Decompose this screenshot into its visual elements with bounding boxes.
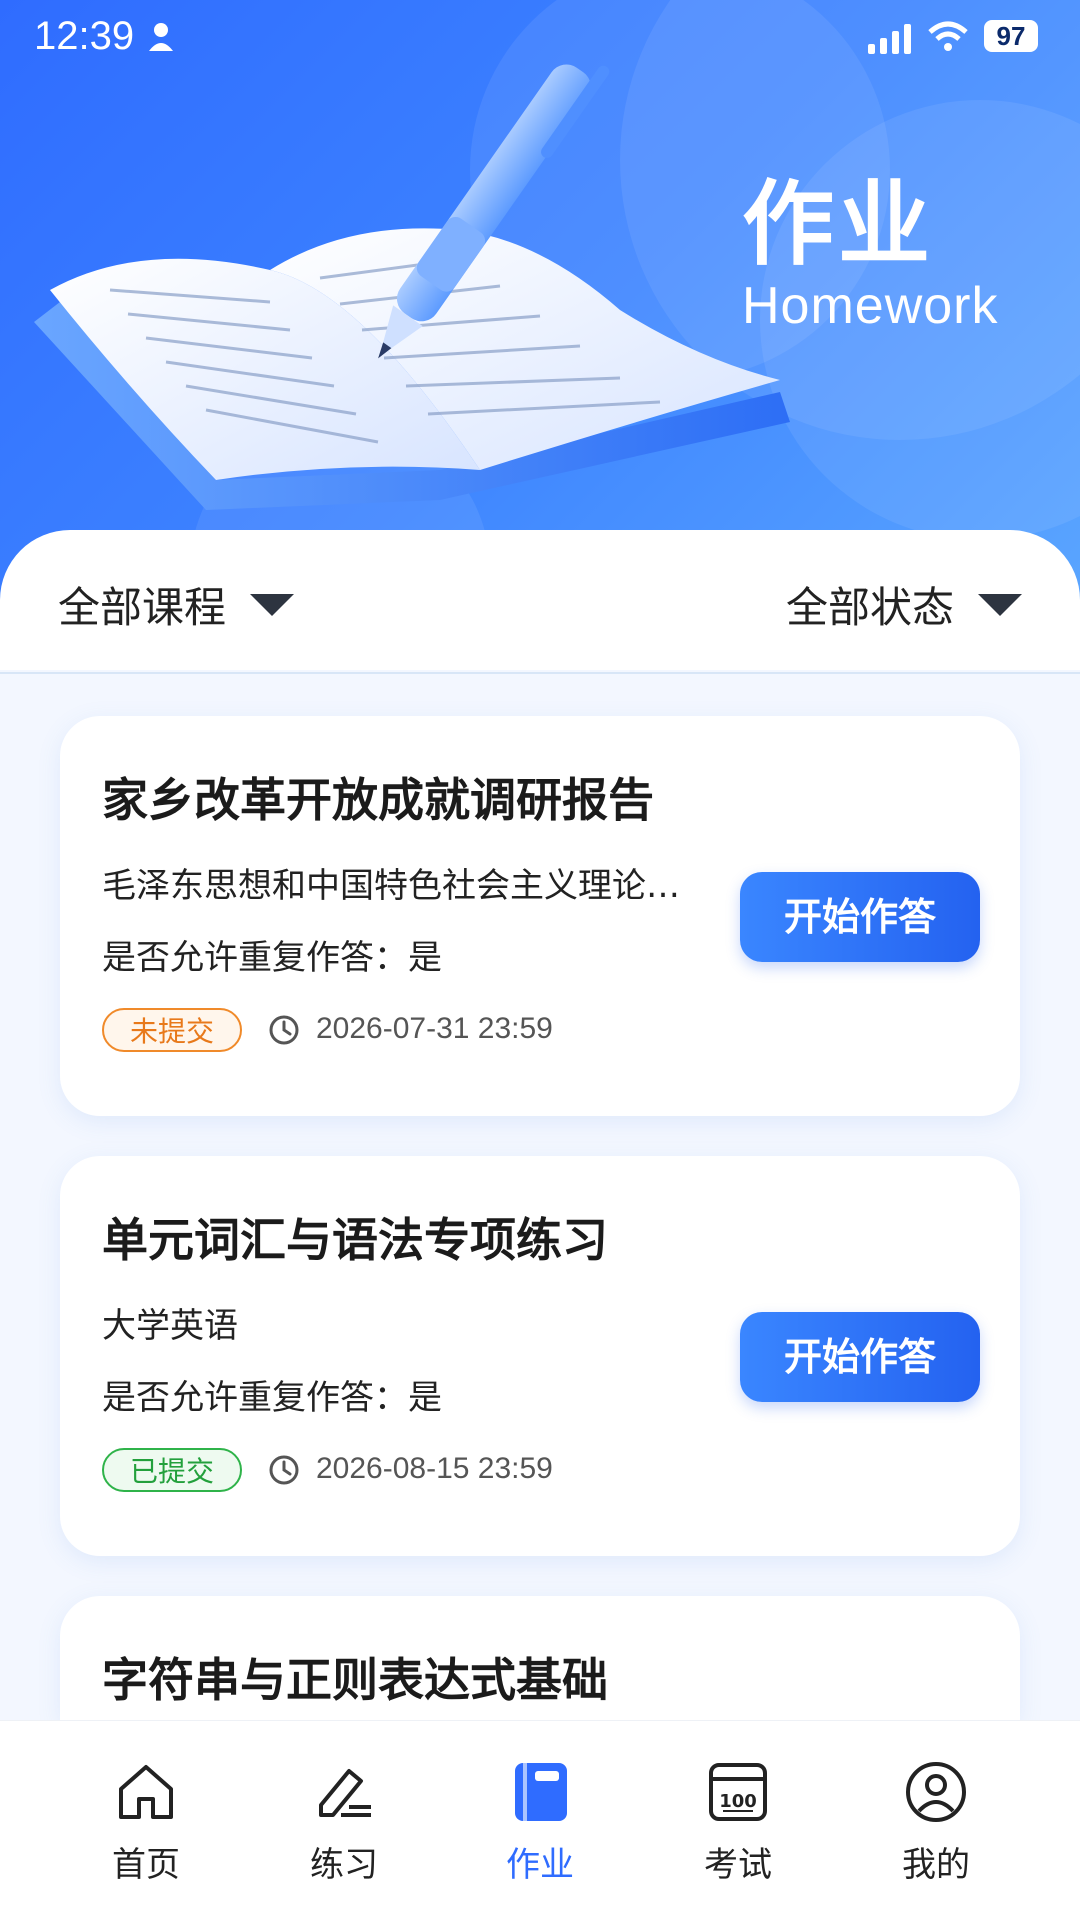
status-bar: 12:39 97 xyxy=(0,0,1080,72)
tab-profile[interactable]: 我的 xyxy=(856,1759,1016,1886)
tab-label: 首页 xyxy=(112,1845,180,1885)
home-icon xyxy=(119,1765,173,1819)
filter-bar: 全部课程 全部状态 xyxy=(0,530,1080,674)
dropdown-arrow-icon xyxy=(250,593,295,616)
course-filter-dropdown[interactable]: 全部课程 xyxy=(58,574,295,635)
tab-exam[interactable]: 100 考试 xyxy=(658,1759,818,1886)
tab-label: 作业 xyxy=(506,1845,574,1885)
assignment-repeat-setting: 是否允许重复作答：是 xyxy=(102,1378,442,1418)
wifi-icon xyxy=(928,21,968,51)
assignment-repeat-setting: 是否允许重复作答：是 xyxy=(102,938,442,978)
bottom-tab-bar: 首页 练习 作业 100 考试 我的 xyxy=(0,1720,1080,1921)
book-illustration xyxy=(34,64,790,510)
assignment-deadline: 2026-07-31 23:59 xyxy=(316,1012,553,1045)
assignment-card[interactable]: 字符串与正则表达式基础 xyxy=(60,1596,1020,1720)
tab-label: 我的 xyxy=(902,1845,970,1885)
signal-icon xyxy=(868,24,911,54)
assignment-deadline: 2026-08-15 23:59 xyxy=(316,1452,553,1485)
page-title: 作业 xyxy=(742,171,935,278)
clock-icon xyxy=(269,1455,299,1485)
profile-icon xyxy=(906,1762,966,1822)
assignment-title: 家乡改革开放成就调研报告 xyxy=(102,773,654,827)
assignment-title: 单元词汇与语法专项练习 xyxy=(102,1213,608,1267)
exam-icon: 100 xyxy=(709,1763,767,1821)
assignment-course: 大学英语 xyxy=(102,1306,238,1346)
dropdown-arrow-icon xyxy=(978,593,1023,616)
svg-text:100: 100 xyxy=(719,1791,757,1812)
homework-icon xyxy=(515,1763,567,1821)
status-filter-label: 全部状态 xyxy=(786,583,955,632)
tab-home[interactable]: 首页 xyxy=(66,1759,226,1886)
assignment-card[interactable]: 单元词汇与语法专项练习 大学英语 是否允许重复作答：是 已提交 2026-08-… xyxy=(60,1156,1020,1556)
assignment-title: 字符串与正则表达式基础 xyxy=(102,1653,608,1707)
page-subtitle: Homework xyxy=(742,277,999,335)
tab-homework[interactable]: 作业 xyxy=(460,1759,620,1886)
status-badge: 已提交 xyxy=(102,1448,243,1492)
battery-indicator: 97 xyxy=(984,20,1038,52)
tab-practice[interactable]: 练习 xyxy=(264,1759,424,1886)
status-time: 12:39 xyxy=(34,14,135,58)
tab-label: 考试 xyxy=(704,1845,772,1885)
assignment-course: 毛泽东思想和中国特色社会主义理论体系概论 xyxy=(102,866,712,906)
clock-icon xyxy=(269,1015,299,1045)
practice-icon xyxy=(319,1769,371,1817)
course-filter-label: 全部课程 xyxy=(58,583,227,632)
assignment-card[interactable]: 家乡改革开放成就调研报告 毛泽东思想和中国特色社会主义理论体系概论 是否允许重复… xyxy=(60,716,1020,1116)
start-answer-button[interactable]: 开始作答 xyxy=(740,1312,980,1402)
start-answer-button[interactable]: 开始作答 xyxy=(740,872,980,962)
person-icon xyxy=(149,23,173,51)
hero-banner: 12:39 97 作业 Homework xyxy=(0,0,1080,600)
status-badge: 未提交 xyxy=(102,1008,243,1052)
status-filter-dropdown[interactable]: 全部状态 xyxy=(786,574,1023,635)
tab-label: 练习 xyxy=(310,1845,378,1885)
